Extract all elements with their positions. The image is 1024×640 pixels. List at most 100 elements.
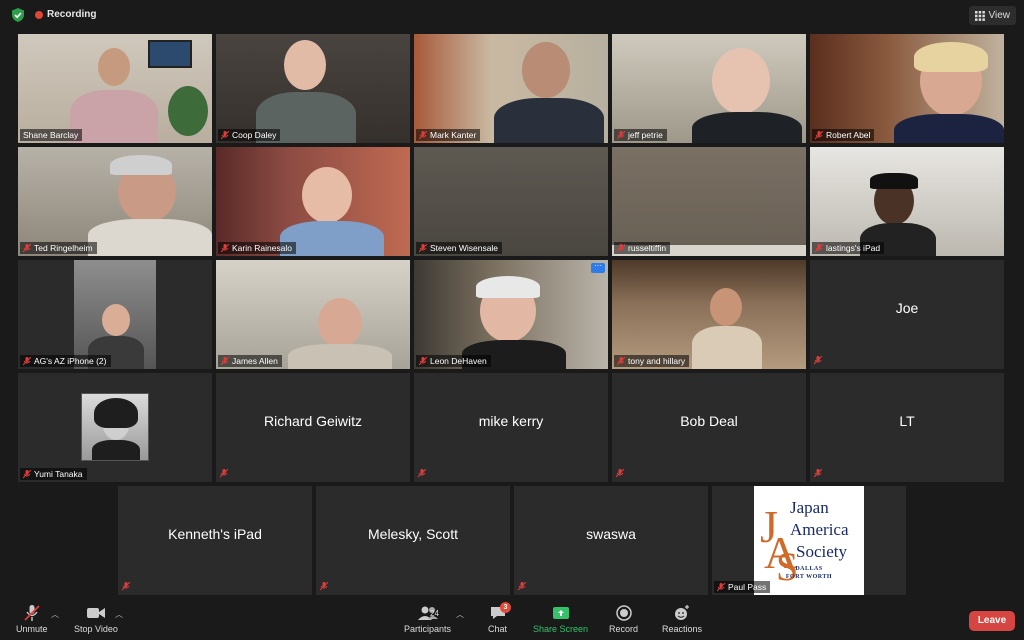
video-tile[interactable]: Ted Ringelheim — [18, 147, 212, 256]
participant-name-tag: Coop Daley — [218, 129, 281, 141]
reactions-icon — [675, 605, 690, 620]
video-gallery: Shane Barclay Coop Daley Mark Kanter jef… — [18, 34, 1006, 599]
participant-name-tag: Leon DeHaven — [416, 355, 491, 367]
mic-muted-icon — [23, 469, 31, 478]
video-tile[interactable]: ··· Leon DeHaven — [414, 260, 608, 369]
mic-muted-icon — [815, 130, 823, 139]
reactions-label: Reactions — [662, 624, 703, 634]
mic-muted-icon — [814, 356, 822, 365]
mic-muted-icon — [23, 243, 31, 252]
video-tile[interactable]: swaswa — [514, 486, 708, 595]
video-tile[interactable]: Shane Barclay — [18, 34, 212, 143]
logo-sub-1: DALLAS — [795, 566, 823, 572]
video-tile[interactable]: Karin Rainesalo — [216, 147, 410, 256]
mic-muted-icon — [122, 582, 130, 591]
mic-muted-icon — [418, 469, 426, 478]
participant-name-tag: Ted Ringelheim — [20, 242, 97, 254]
video-camera-icon — [86, 608, 105, 618]
mic-muted-icon — [419, 356, 427, 365]
video-tile[interactable]: Joe — [810, 260, 1004, 369]
mic-muted-icon — [419, 130, 427, 139]
stop-video-button[interactable]: Stop Video — [74, 604, 118, 634]
video-tile[interactable]: Melesky, Scott — [316, 486, 510, 595]
participants-button[interactable]: 24 Participants — [404, 604, 451, 634]
participant-name-tag: James Allen — [218, 355, 282, 367]
mic-muted-icon — [518, 582, 526, 591]
video-tile[interactable]: Bob Deal — [612, 373, 806, 482]
video-tile[interactable]: AG's AZ iPhone (2) — [18, 260, 212, 369]
mic-muted-icon — [23, 356, 31, 365]
participant-name: mike kerry — [478, 413, 544, 429]
video-tile[interactable]: jeff petrie — [612, 34, 806, 143]
video-tile[interactable]: Mark Kanter — [414, 34, 608, 143]
video-tile[interactable]: Richard Geiwitz — [216, 373, 410, 482]
participant-name: Bob Deal — [680, 413, 738, 429]
participant-name-tag: Karin Rainesalo — [218, 242, 297, 254]
chat-label: Chat — [488, 624, 508, 634]
meeting-toolbar: Unmute ︿ Stop Video ︿ 24 Participants ︿ … — [0, 600, 1024, 640]
participant-name-tag: AG's AZ iPhone (2) — [20, 355, 111, 367]
reactions-button[interactable]: Reactions — [662, 604, 702, 634]
video-tile[interactable]: mike kerry — [414, 373, 608, 482]
profile-photo — [81, 393, 149, 461]
share-screen-label: Share Screen — [533, 624, 589, 634]
video-tile[interactable]: Steven Wisensale — [414, 147, 608, 256]
video-tile[interactable]: Yumi Tanaka — [18, 373, 212, 482]
participant-name: Kenneth's iPad — [168, 526, 262, 542]
mic-muted-icon — [419, 243, 427, 252]
participant-name-tag: Paul Pass — [714, 581, 771, 593]
participant-name-tag: Steven Wisensale — [416, 242, 503, 254]
logo-sub-2: FORT WORTH — [785, 574, 833, 580]
chevron-up-icon[interactable]: ︿ — [51, 609, 59, 620]
participant-name-tag: Mark Kanter — [416, 129, 481, 141]
participant-name-tag: Shane Barclay — [20, 129, 83, 141]
mic-muted-icon — [815, 243, 823, 252]
video-tile[interactable]: russeltiffin — [612, 147, 806, 256]
participant-name-tag: lastings's iPad — [812, 242, 885, 254]
video-tile[interactable]: lastings's iPad — [810, 147, 1004, 256]
video-tile[interactable]: Kenneth's iPad — [118, 486, 312, 595]
share-screen-icon — [552, 607, 569, 619]
chevron-up-icon[interactable]: ︿ — [115, 609, 123, 620]
video-tile[interactable]: LT — [810, 373, 1004, 482]
participant-name: swaswa — [586, 526, 636, 542]
record-label: Record — [609, 624, 639, 634]
mic-muted-icon — [617, 243, 625, 252]
share-screen-button[interactable]: Share Screen — [533, 604, 588, 634]
participant-name: LT — [899, 413, 915, 429]
video-tile[interactable]: tony and hillary — [612, 260, 806, 369]
participant-name: Joe — [895, 300, 919, 316]
recording-label: Recording — [47, 9, 97, 20]
mic-muted-icon — [717, 582, 725, 591]
leave-button[interactable]: Leave — [969, 611, 1015, 631]
mic-muted-icon — [24, 605, 40, 621]
participants-count: 24 — [430, 609, 439, 618]
top-bar: Recording View — [0, 0, 1024, 30]
video-tile[interactable]: James Allen — [216, 260, 410, 369]
shield-check-icon[interactable] — [10, 7, 26, 23]
mic-muted-icon — [221, 243, 229, 252]
unmute-button[interactable]: Unmute — [16, 604, 48, 634]
logo-line-1: Japan — [790, 498, 829, 517]
mic-muted-icon — [220, 469, 228, 478]
video-tile[interactable]: Coop Daley — [216, 34, 410, 143]
logo-line-2: America — [790, 520, 849, 539]
video-tile[interactable]: J A S Japan America Society DALLAS FORT … — [712, 486, 906, 595]
mic-muted-icon — [617, 130, 625, 139]
view-button[interactable]: View — [968, 6, 1016, 25]
grid-icon — [974, 10, 985, 21]
chevron-up-icon[interactable]: ︿ — [456, 609, 464, 620]
chat-unread-badge: 3 — [500, 602, 511, 613]
video-tile[interactable]: Robert Abel — [810, 34, 1004, 143]
participants-label: Participants — [404, 624, 452, 634]
organization-logo: J A S Japan America Society DALLAS FORT … — [754, 486, 864, 595]
more-options-icon[interactable]: ··· — [591, 262, 605, 273]
unmute-label: Unmute — [16, 624, 48, 634]
mic-muted-icon — [616, 469, 624, 478]
stop-video-label: Stop Video — [74, 624, 118, 634]
record-button[interactable]: Record — [609, 604, 638, 634]
participant-name-tag: tony and hillary — [614, 355, 690, 367]
view-label: View — [988, 10, 1011, 21]
chat-button[interactable]: 3 Chat — [488, 602, 511, 634]
participant-name-tag: Yumi Tanaka — [20, 468, 87, 480]
